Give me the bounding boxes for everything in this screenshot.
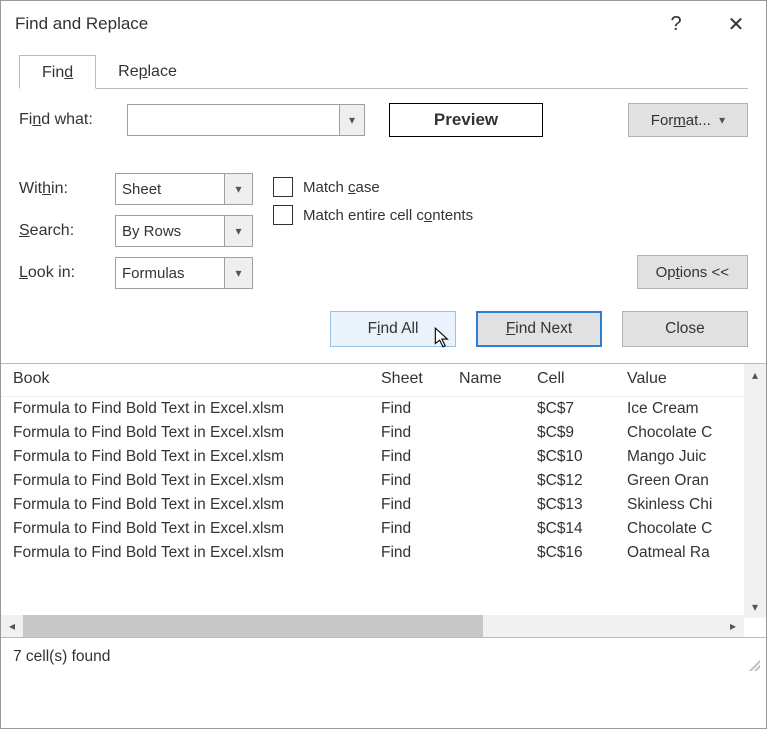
tab-find[interactable]: Find: [19, 55, 96, 89]
result-sheet: Find: [381, 424, 459, 442]
result-row[interactable]: Formula to Find Bold Text in Excel.xlsmF…: [1, 469, 766, 493]
result-cell: $C$13: [537, 496, 627, 514]
resize-grip[interactable]: [746, 657, 760, 671]
status-bar: 7 cell(s) found: [1, 637, 766, 675]
scroll-up-arrow[interactable]: ▴: [744, 364, 766, 386]
col-header-name[interactable]: Name: [459, 370, 537, 388]
result-name: [459, 520, 537, 538]
result-book: Formula to Find Bold Text in Excel.xlsm: [13, 496, 381, 514]
result-cell: $C$14: [537, 520, 627, 538]
search-label: Search:: [19, 222, 115, 240]
scroll-left-arrow[interactable]: ◂: [1, 615, 23, 637]
find-what-input[interactable]: [128, 112, 339, 129]
results-body: Formula to Find Bold Text in Excel.xlsmF…: [1, 397, 766, 615]
col-header-book[interactable]: Book: [13, 370, 381, 388]
within-label: Within:: [19, 180, 115, 198]
match-entire-label: Match entire cell contents: [303, 207, 473, 224]
find-what-dropdown[interactable]: ▾: [339, 105, 364, 135]
find-next-button[interactable]: Find Next: [476, 311, 602, 347]
result-cell: $C$7: [537, 400, 627, 418]
find-what-label: Find what:: [19, 111, 127, 129]
within-combo[interactable]: Sheet ▾: [115, 173, 253, 205]
tab-strip: Find Replace: [19, 55, 748, 89]
chevron-down-icon: ▾: [349, 113, 355, 127]
match-case-label: Match case: [303, 179, 380, 196]
scroll-right-arrow[interactable]: ▸: [722, 615, 744, 637]
vertical-scrollbar[interactable]: ▴ ▾: [744, 364, 766, 618]
result-sheet: Find: [381, 544, 459, 562]
result-sheet: Find: [381, 448, 459, 466]
search-dropdown[interactable]: ▾: [224, 216, 252, 246]
chevron-down-icon: ▾: [235, 224, 241, 238]
lookin-value: Formulas: [116, 265, 224, 282]
match-case-checkbox[interactable]: [273, 177, 293, 197]
match-entire-checkbox[interactable]: [273, 205, 293, 225]
result-row[interactable]: Formula to Find Bold Text in Excel.xlsmF…: [1, 541, 766, 565]
preview-button[interactable]: Preview: [389, 103, 543, 137]
lookin-combo[interactable]: Formulas ▾: [115, 257, 253, 289]
result-cell: $C$10: [537, 448, 627, 466]
result-sheet: Find: [381, 400, 459, 418]
chevron-down-icon: ▾: [719, 113, 725, 127]
help-button[interactable]: ?: [646, 1, 706, 47]
close-dialog-button[interactable]: Close: [622, 311, 748, 347]
result-cell: $C$9: [537, 424, 627, 442]
result-cell: $C$12: [537, 472, 627, 490]
result-book: Formula to Find Bold Text in Excel.xlsm: [13, 472, 381, 490]
within-value: Sheet: [116, 181, 224, 198]
result-book: Formula to Find Bold Text in Excel.xlsm: [13, 544, 381, 562]
result-row[interactable]: Formula to Find Bold Text in Excel.xlsmF…: [1, 493, 766, 517]
dialog-body: Find Replace Find what: ▾ Preview Format…: [1, 47, 766, 364]
result-row[interactable]: Formula to Find Bold Text in Excel.xlsmF…: [1, 421, 766, 445]
result-sheet: Find: [381, 520, 459, 538]
result-name: [459, 496, 537, 514]
col-header-sheet[interactable]: Sheet: [381, 370, 459, 388]
result-name: [459, 544, 537, 562]
result-book: Formula to Find Bold Text in Excel.xlsm: [13, 400, 381, 418]
result-row[interactable]: Formula to Find Bold Text in Excel.xlsmF…: [1, 445, 766, 469]
close-button[interactable]: ✕: [706, 1, 766, 47]
result-name: [459, 400, 537, 418]
dialog-title: Find and Replace: [15, 14, 148, 34]
scroll-down-arrow[interactable]: ▾: [744, 596, 766, 618]
find-what-combo[interactable]: ▾: [127, 104, 365, 136]
result-cell: $C$16: [537, 544, 627, 562]
search-value: By Rows: [116, 223, 224, 240]
status-text: 7 cell(s) found: [13, 648, 110, 666]
chevron-down-icon: ▾: [235, 182, 241, 196]
results-header: Book Sheet Name Cell Value: [1, 364, 766, 397]
within-dropdown[interactable]: ▾: [224, 174, 252, 204]
chevron-down-icon: ▾: [235, 266, 241, 280]
result-name: [459, 448, 537, 466]
format-button[interactable]: Format... ▾: [628, 103, 748, 137]
result-book: Formula to Find Bold Text in Excel.xlsm: [13, 424, 381, 442]
tab-replace[interactable]: Replace: [96, 55, 199, 88]
lookin-label: Look in:: [19, 264, 115, 282]
result-name: [459, 424, 537, 442]
result-sheet: Find: [381, 472, 459, 490]
horizontal-scrollbar[interactable]: ◂ ▸: [1, 615, 744, 637]
result-name: [459, 472, 537, 490]
search-combo[interactable]: By Rows ▾: [115, 215, 253, 247]
result-book: Formula to Find Bold Text in Excel.xlsm: [13, 448, 381, 466]
hscroll-thumb[interactable]: [23, 615, 483, 637]
result-row[interactable]: Formula to Find Bold Text in Excel.xlsmF…: [1, 397, 766, 421]
col-header-cell[interactable]: Cell: [537, 370, 627, 388]
options-button[interactable]: Options <<: [637, 255, 748, 289]
results-panel: Book Sheet Name Cell Value Formula to Fi…: [1, 364, 766, 637]
lookin-dropdown[interactable]: ▾: [224, 258, 252, 288]
result-row[interactable]: Formula to Find Bold Text in Excel.xlsmF…: [1, 517, 766, 541]
result-sheet: Find: [381, 496, 459, 514]
title-bar: Find and Replace ? ✕: [1, 1, 766, 47]
result-book: Formula to Find Bold Text in Excel.xlsm: [13, 520, 381, 538]
find-all-button[interactable]: Find All: [330, 311, 456, 347]
